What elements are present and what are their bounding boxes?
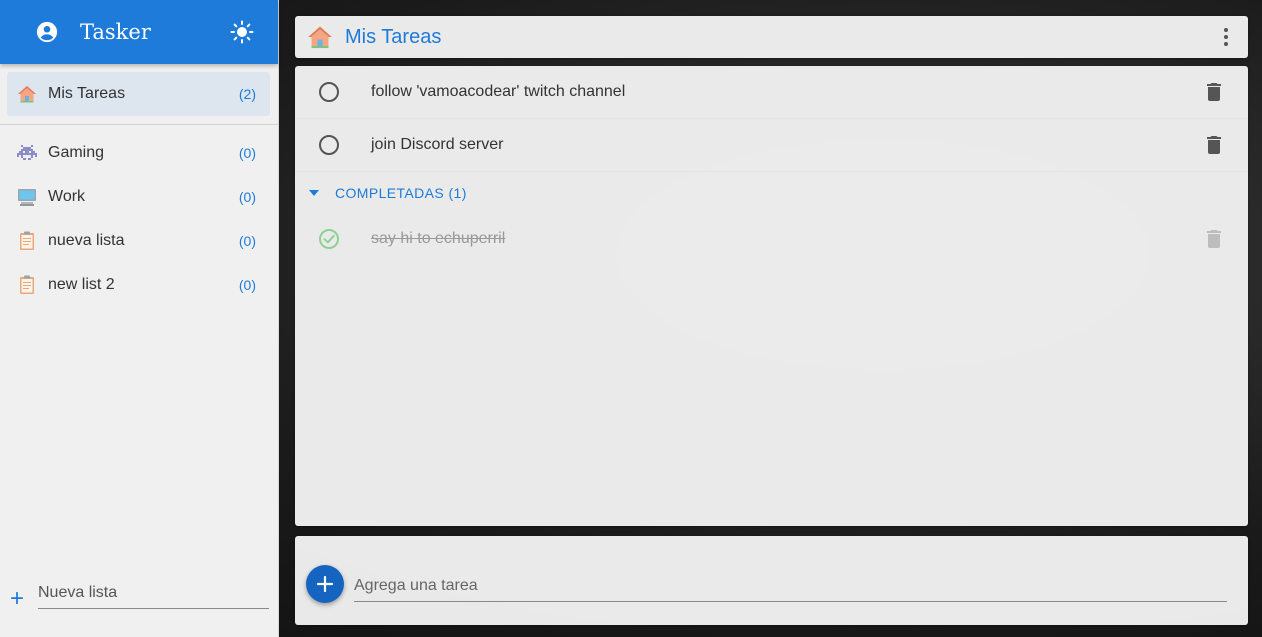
completed-label: COMPLETADAS (1) xyxy=(335,185,467,201)
sidebar-item-new-list-2[interactable]: new list 2 (0) xyxy=(0,263,278,307)
add-task-input[interactable] xyxy=(354,574,1227,602)
app-title: Tasker xyxy=(80,20,151,44)
home-icon xyxy=(308,26,332,49)
sidebar-item-label: new list 2 xyxy=(48,276,115,293)
completed-toggle[interactable]: COMPLETADAS (1) xyxy=(295,174,1248,212)
account-icon[interactable] xyxy=(36,21,58,43)
sidebar-item-mis-tareas[interactable]: Mis Tareas (2) xyxy=(7,72,270,116)
sidebar-item-nueva-lista[interactable]: nueva lista (0) xyxy=(0,219,278,263)
sidebar-divider xyxy=(0,124,278,125)
sidebar-item-gaming[interactable]: Gaming (0) xyxy=(0,131,278,175)
trash-icon[interactable] xyxy=(1202,227,1226,251)
sidebar-item-count: (0) xyxy=(238,145,256,161)
task-text[interactable]: say hi to echuperril xyxy=(371,230,1202,248)
sidebar-item-count: (0) xyxy=(238,277,256,293)
sidebar-item-label: Work xyxy=(48,188,86,205)
sidebar-item-label: Mis Tareas xyxy=(48,85,126,102)
sidebar-item-label: nueva lista xyxy=(48,232,125,249)
check-circle-icon[interactable] xyxy=(317,227,341,251)
sidebar-header: Tasker xyxy=(0,0,278,64)
sidebar: Tasker Mis Tareas (2) Gaming (0) Work (0… xyxy=(0,0,279,637)
sidebar-item-count: (0) xyxy=(238,189,256,205)
trash-icon[interactable] xyxy=(1202,80,1226,104)
task-item-completed: say hi to echuperril xyxy=(295,212,1248,265)
clipboard-icon xyxy=(17,275,37,295)
trash-icon[interactable] xyxy=(1202,133,1226,157)
task-list: follow 'vamoacodear' twitch channel join… xyxy=(295,66,1248,526)
sidebar-item-count: (0) xyxy=(238,233,256,249)
add-task-button[interactable] xyxy=(306,565,344,603)
task-item: follow 'vamoacodear' twitch channel xyxy=(295,66,1248,119)
new-list-form: + xyxy=(10,580,269,611)
sidebar-item-work[interactable]: Work (0) xyxy=(0,175,278,219)
task-text[interactable]: follow 'vamoacodear' twitch channel xyxy=(371,83,1202,101)
plus-icon xyxy=(316,575,334,593)
caret-down-icon xyxy=(309,190,319,196)
plus-icon[interactable]: + xyxy=(10,587,38,611)
more-vert-icon[interactable] xyxy=(1216,25,1236,49)
space-invader-icon xyxy=(17,143,37,163)
task-text[interactable]: join Discord server xyxy=(371,136,1202,154)
task-item: join Discord server xyxy=(295,119,1248,172)
circle-checkbox-icon[interactable] xyxy=(317,133,341,157)
sidebar-item-count: (2) xyxy=(238,86,256,102)
computer-icon xyxy=(17,187,37,207)
new-list-input[interactable] xyxy=(38,580,269,609)
sun-icon[interactable] xyxy=(230,20,254,44)
add-task-bar xyxy=(295,536,1248,625)
sidebar-item-label: Gaming xyxy=(48,144,105,161)
circle-checkbox-icon[interactable] xyxy=(317,80,341,104)
clipboard-icon xyxy=(17,231,37,251)
list-header: Mis Tareas xyxy=(295,16,1248,58)
home-icon xyxy=(17,84,37,104)
page-title: Mis Tareas xyxy=(345,25,442,48)
